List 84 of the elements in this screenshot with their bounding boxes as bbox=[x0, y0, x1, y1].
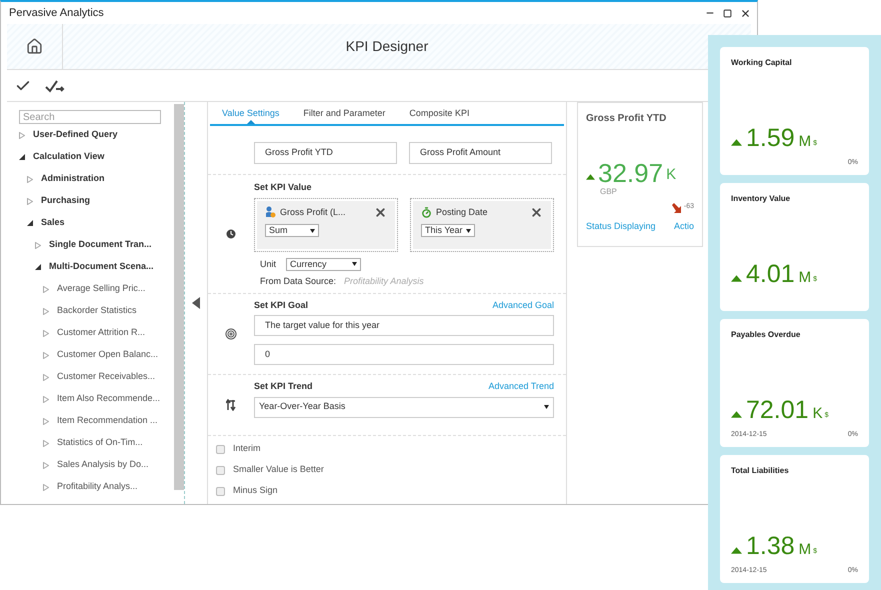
tree-item[interactable]: Multi-Document Scena... bbox=[49, 260, 154, 274]
check-arrow-icon[interactable] bbox=[45, 78, 65, 92]
tree-item[interactable]: User-Defined Query bbox=[33, 128, 118, 142]
source-label: From Data Source: bbox=[260, 275, 336, 288]
remove-icon[interactable] bbox=[374, 206, 387, 219]
checkbox-label: Smaller Value is Better bbox=[233, 463, 324, 476]
field-name: Posting Date bbox=[436, 206, 488, 219]
tree-item[interactable]: Backorder Statistics bbox=[57, 304, 137, 318]
up-triangle-icon bbox=[731, 547, 742, 554]
page-title: KPI Designer bbox=[346, 37, 428, 56]
section-label: Set KPI Trend bbox=[254, 380, 313, 393]
tile-value: 1.59 bbox=[746, 126, 795, 150]
tree-item[interactable]: Customer Attrition R... bbox=[57, 326, 146, 340]
tile-title: Total Liabilities bbox=[731, 465, 790, 477]
checkbox[interactable] bbox=[216, 486, 225, 496]
up-triangle-icon bbox=[731, 275, 742, 282]
target-icon bbox=[225, 328, 237, 340]
tree-item[interactable]: Customer Open Balanc... bbox=[57, 348, 158, 362]
name-field[interactable]: Gross Profit YTD bbox=[254, 142, 397, 164]
checkbox-label: Interim bbox=[233, 442, 261, 456]
tab[interactable]: Filter and Parameter bbox=[291, 106, 398, 124]
tab[interactable]: Composite KPI bbox=[397, 106, 482, 124]
dropdown-caret-icon bbox=[544, 405, 549, 409]
tree-item[interactable]: Administration bbox=[41, 172, 105, 186]
tree-item[interactable]: Customer Receivables... bbox=[57, 370, 156, 384]
currency-label: GBP bbox=[599, 186, 618, 198]
kpi-value: 32.97 bbox=[598, 160, 664, 186]
tile-unit: M bbox=[798, 542, 812, 558]
checkbox-label: Minus Sign bbox=[233, 484, 278, 498]
maximize-icon[interactable] bbox=[723, 8, 732, 18]
dropdown-caret-icon bbox=[310, 228, 315, 232]
unit-label: Unit bbox=[260, 258, 276, 270]
section-label: Set KPI Goal bbox=[254, 298, 308, 312]
tile-title: Payables Overdue bbox=[731, 329, 802, 341]
goal-description-field[interactable]: The target value for this year bbox=[254, 315, 554, 336]
aggregate-dropdown[interactable]: Sum bbox=[265, 224, 319, 237]
up-triangle-icon bbox=[731, 139, 742, 146]
tree-item[interactable]: Sales bbox=[41, 216, 65, 230]
checkbox[interactable] bbox=[216, 444, 225, 454]
trend-dropdown[interactable]: Year-Over-Year Basis bbox=[254, 396, 554, 418]
description-field[interactable]: Gross Profit Amount bbox=[409, 142, 552, 164]
measure-icon bbox=[265, 206, 276, 218]
tile-unit: K bbox=[812, 406, 823, 422]
home-icon bbox=[26, 38, 43, 55]
scrollbar[interactable] bbox=[174, 104, 184, 490]
kpi-unit: K bbox=[666, 164, 676, 184]
tile-value: 1.38 bbox=[746, 534, 795, 558]
trend-icon bbox=[226, 398, 236, 411]
close-icon[interactable] bbox=[740, 8, 751, 18]
up-triangle-icon bbox=[586, 174, 595, 180]
tree-item[interactable]: Profitability Analys... bbox=[57, 480, 138, 494]
tree-item[interactable]: Average Selling Pric... bbox=[57, 282, 146, 296]
tile-unit: M bbox=[798, 270, 812, 286]
tile-title: Working Capital bbox=[731, 57, 793, 69]
tile-value: 4.01 bbox=[746, 262, 795, 286]
window-title: Pervasive Analytics bbox=[9, 6, 104, 21]
tree-item[interactable]: Statistics of On-Tim... bbox=[57, 436, 143, 450]
search-field[interactable]: Search bbox=[19, 110, 161, 124]
down-arrow-icon bbox=[670, 202, 683, 214]
dropdown-caret-icon bbox=[466, 228, 471, 232]
tab[interactable]: Value Settings bbox=[210, 106, 292, 124]
collapse-arrow-icon[interactable] bbox=[192, 297, 200, 309]
clock-icon bbox=[226, 228, 236, 239]
remove-icon[interactable] bbox=[530, 206, 543, 219]
preview-title: Gross Profit YTD bbox=[586, 112, 668, 126]
section-label: Set KPI Value bbox=[254, 181, 313, 194]
tree-item[interactable]: Sales Analysis by Do... bbox=[57, 458, 149, 472]
tree-item[interactable]: Item Recommendation ... bbox=[57, 414, 158, 428]
stopwatch-icon bbox=[421, 206, 432, 218]
tile-unit: M bbox=[798, 134, 812, 150]
tile-value: 72.01 bbox=[746, 398, 809, 422]
up-triangle-icon bbox=[731, 411, 742, 418]
goal-value-field[interactable]: 0 bbox=[254, 344, 554, 365]
tree-item[interactable]: Calculation View bbox=[33, 150, 104, 164]
aggregate-dropdown[interactable]: This Year bbox=[421, 224, 475, 237]
dropdown-caret-icon bbox=[352, 262, 358, 266]
data-source: Profitability Analysis bbox=[344, 275, 424, 288]
field-name: Gross Profit (L... bbox=[280, 206, 346, 219]
tree-item[interactable]: Item Also Recommende... bbox=[57, 392, 160, 406]
tree-item[interactable]: Purchasing bbox=[41, 194, 90, 208]
tile-title: Inventory Value bbox=[731, 193, 792, 205]
checkbox[interactable] bbox=[216, 466, 225, 474]
tree-item[interactable]: Single Document Tran... bbox=[49, 238, 152, 252]
unit-dropdown[interactable]: Currency bbox=[286, 258, 362, 271]
